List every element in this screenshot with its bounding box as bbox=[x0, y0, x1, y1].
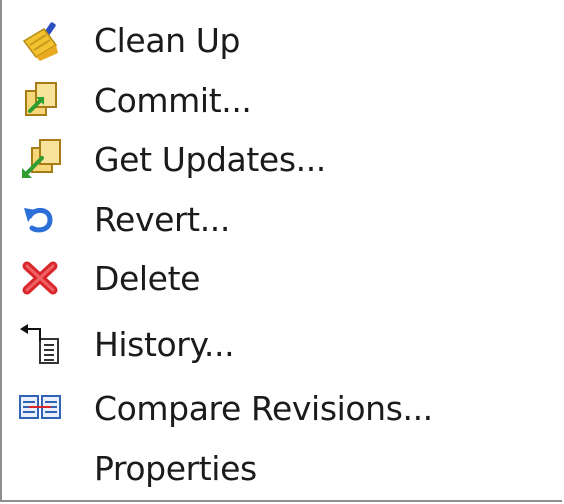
menu-item-label: Commit... bbox=[94, 80, 252, 120]
menu-item-label: Clean Up bbox=[94, 20, 241, 60]
revert-icon bbox=[16, 198, 66, 240]
menu-item-label: Get Updates... bbox=[94, 139, 326, 179]
menu-item-label: History... bbox=[94, 324, 235, 364]
menu-item-label: Delete bbox=[94, 258, 201, 298]
compare-icon bbox=[16, 387, 66, 429]
menu-item-clean-up[interactable]: Clean Up bbox=[2, 12, 562, 68]
menu-item-delete[interactable]: Delete bbox=[2, 250, 562, 306]
menu-item-compare-revisions[interactable]: Compare Revisions... bbox=[2, 380, 562, 436]
menu-item-label: Properties bbox=[94, 448, 257, 488]
menu-item-revert[interactable]: Revert... bbox=[2, 191, 562, 247]
menu-item-label: Revert... bbox=[94, 199, 230, 239]
delete-icon bbox=[16, 257, 66, 299]
menu-item-get-updates[interactable]: Get Updates... bbox=[2, 131, 562, 187]
menu-item-label: Compare Revisions... bbox=[94, 388, 433, 428]
menu-item-history[interactable]: History... bbox=[2, 316, 562, 372]
menu-item-commit[interactable]: Commit... bbox=[2, 72, 562, 128]
broom-icon bbox=[16, 19, 66, 61]
context-menu: Clean Up Commit... Get Updates... Revert… bbox=[0, 0, 562, 502]
history-icon bbox=[16, 323, 66, 365]
commit-icon bbox=[16, 79, 66, 121]
menu-item-properties[interactable]: Properties bbox=[2, 440, 562, 496]
get-updates-icon bbox=[16, 138, 66, 180]
